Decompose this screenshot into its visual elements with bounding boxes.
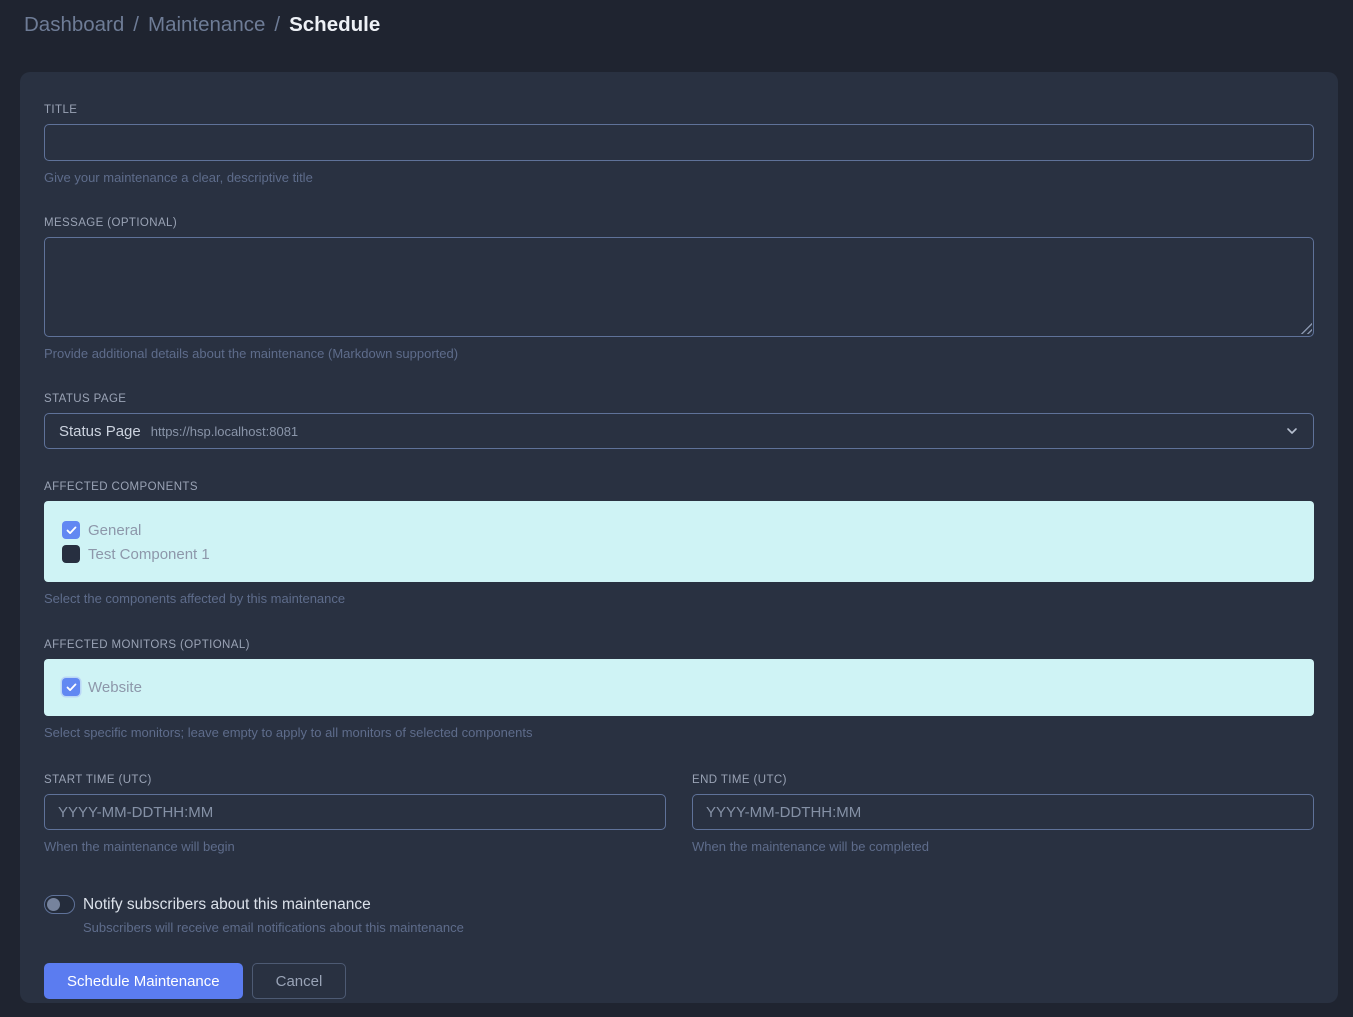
message-group: MESSAGE (OPTIONAL) Provide additional de… (44, 216, 1314, 362)
end-time-group: END TIME (UTC) When the maintenance will… (692, 773, 1314, 855)
component-option-general[interactable]: General (62, 521, 1296, 539)
schedule-maintenance-form-card: TITLE Give your maintenance a clear, des… (20, 72, 1338, 1003)
monitor-option-label: Website (88, 679, 142, 696)
status-page-group: STATUS PAGE Status Page https://hsp.loca… (44, 392, 1314, 449)
status-page-selected-url: https://hsp.localhost:8081 (151, 424, 298, 439)
cancel-button[interactable]: Cancel (252, 963, 347, 999)
affected-components-label: AFFECTED COMPONENTS (44, 480, 1314, 494)
breadcrumb: Dashboard / Maintenance / Schedule (24, 13, 380, 37)
affected-monitors-label: AFFECTED MONITORS (OPTIONAL) (44, 638, 1314, 652)
form-actions: Schedule Maintenance Cancel (44, 963, 1314, 999)
checkbox-unchecked-icon[interactable] (62, 545, 80, 563)
end-time-helper: When the maintenance will be completed (692, 839, 1314, 855)
monitor-option-website[interactable]: Website (62, 678, 1296, 696)
breadcrumb-separator: / (274, 13, 280, 37)
affected-components-group: AFFECTED COMPONENTS General Test Compone… (44, 480, 1314, 607)
breadcrumb-item-maintenance[interactable]: Maintenance (148, 13, 265, 37)
start-time-helper: When the maintenance will begin (44, 839, 666, 855)
message-textarea[interactable] (44, 237, 1314, 337)
checkbox-checked-icon[interactable] (62, 521, 80, 539)
affected-monitors-listbox: Website (44, 659, 1314, 716)
top-bar: Dashboard / Maintenance / Schedule (0, 0, 1353, 50)
status-page-selected-name: Status Page (59, 423, 141, 440)
breadcrumb-separator: / (133, 13, 139, 37)
status-page-select[interactable]: Status Page https://hsp.localhost:8081 (44, 413, 1314, 449)
time-range-row: START TIME (UTC) When the maintenance wi… (44, 773, 1314, 855)
notify-label: Notify subscribers about this maintenanc… (83, 896, 371, 914)
affected-monitors-helper: Select specific monitors; leave empty to… (44, 725, 1314, 741)
start-time-group: START TIME (UTC) When the maintenance wi… (44, 773, 666, 855)
component-option-label: General (88, 522, 141, 539)
component-option-test-component-1[interactable]: Test Component 1 (62, 545, 1296, 563)
affected-monitors-group: AFFECTED MONITORS (OPTIONAL) Website Sel… (44, 638, 1314, 741)
notify-toggle[interactable] (44, 895, 75, 914)
chevron-down-icon (1285, 424, 1299, 438)
title-label: TITLE (44, 103, 1314, 117)
breadcrumb-item-dashboard[interactable]: Dashboard (24, 13, 124, 37)
notify-toggle-row: Notify subscribers about this maintenanc… (44, 895, 1314, 914)
checkbox-checked-icon[interactable] (62, 678, 80, 696)
affected-components-listbox: General Test Component 1 (44, 501, 1314, 582)
toggle-knob (47, 898, 60, 911)
end-time-input[interactable] (692, 794, 1314, 830)
notify-group: Notify subscribers about this maintenanc… (44, 895, 1314, 935)
end-time-label: END TIME (UTC) (692, 773, 1314, 787)
affected-components-helper: Select the components affected by this m… (44, 591, 1314, 607)
title-helper: Give your maintenance a clear, descripti… (44, 170, 1314, 186)
component-option-label: Test Component 1 (88, 546, 210, 563)
title-input[interactable] (44, 124, 1314, 161)
start-time-input[interactable] (44, 794, 666, 830)
breadcrumb-item-schedule: Schedule (289, 13, 380, 37)
schedule-maintenance-button[interactable]: Schedule Maintenance (44, 963, 243, 999)
message-helper: Provide additional details about the mai… (44, 346, 1314, 362)
message-textarea-wrap (44, 237, 1314, 337)
start-time-label: START TIME (UTC) (44, 773, 666, 787)
message-label: MESSAGE (OPTIONAL) (44, 216, 1314, 230)
status-page-label: STATUS PAGE (44, 392, 1314, 406)
title-group: TITLE Give your maintenance a clear, des… (44, 103, 1314, 186)
notify-helper: Subscribers will receive email notificat… (83, 920, 1314, 935)
